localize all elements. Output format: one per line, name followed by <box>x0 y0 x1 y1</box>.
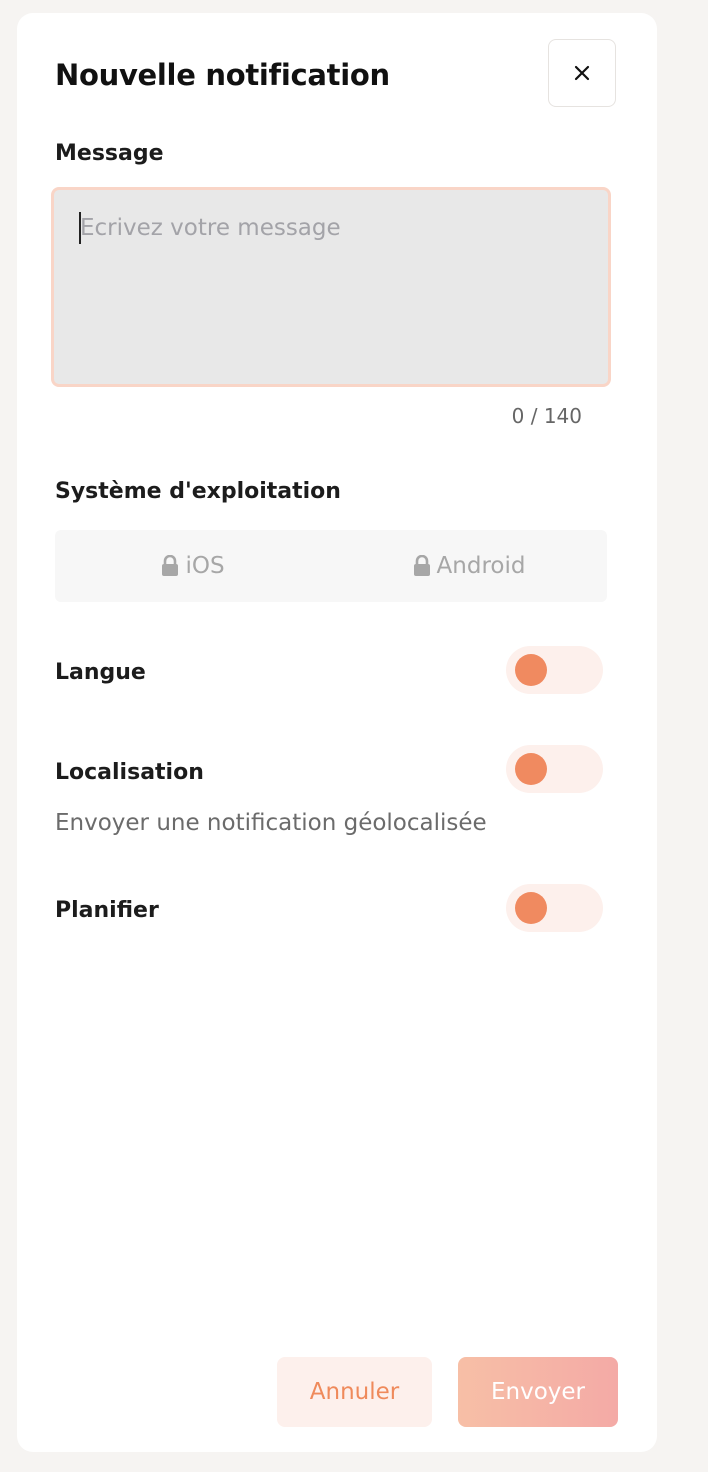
message-placeholder: Ecrivez votre message <box>80 215 341 241</box>
location-label: Localisation <box>55 760 204 785</box>
os-selector: iOS Android <box>55 530 607 602</box>
schedule-label: Planifier <box>55 898 159 923</box>
language-label: Langue <box>55 660 146 685</box>
send-button[interactable]: Envoyer <box>458 1357 618 1427</box>
os-option-label: Android <box>436 553 526 579</box>
location-description: Envoyer une notification géolocalisée <box>55 810 487 836</box>
os-option-ios[interactable]: iOS <box>55 530 331 602</box>
lock-icon <box>162 555 179 576</box>
os-option-android[interactable]: Android <box>331 530 607 602</box>
location-toggle[interactable] <box>506 745 603 793</box>
os-label: Système d'exploitation <box>55 479 341 504</box>
lock-icon <box>413 555 430 576</box>
toggle-knob <box>515 753 547 785</box>
character-counter: 0 / 140 <box>511 404 582 428</box>
os-option-label: iOS <box>185 553 225 579</box>
message-label: Message <box>55 141 164 166</box>
modal-title: Nouvelle notification <box>55 58 390 92</box>
toggle-knob <box>515 892 547 924</box>
notification-modal: Nouvelle notification Message Ecrivez vo… <box>17 13 657 1452</box>
schedule-toggle[interactable] <box>506 884 603 932</box>
cancel-button[interactable]: Annuler <box>277 1357 432 1427</box>
toggle-knob <box>515 654 547 686</box>
language-toggle[interactable] <box>506 646 603 694</box>
close-button[interactable] <box>548 39 616 107</box>
close-icon <box>574 65 590 81</box>
message-textarea[interactable]: Ecrivez votre message <box>51 187 611 387</box>
